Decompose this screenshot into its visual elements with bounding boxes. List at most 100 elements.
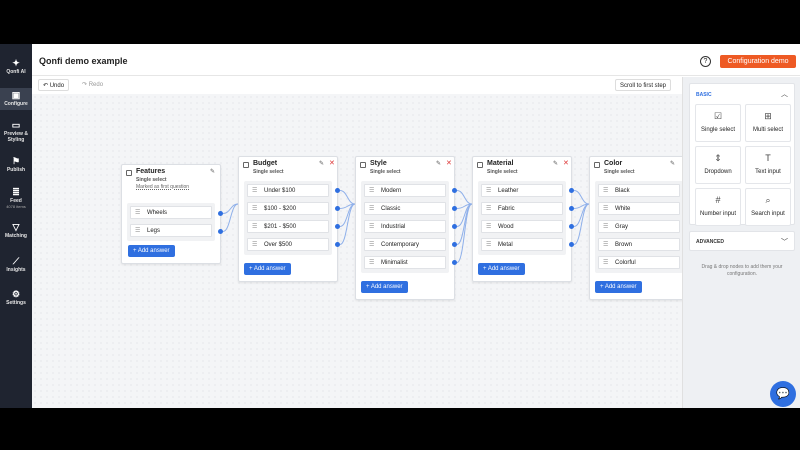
chat-bubble-icon[interactable]: 💬 [770,381,796,407]
nav-item-qonfi-ai[interactable]: ✦ Qonfi AI [0,58,32,80]
drag-handle-icon[interactable]: ☰ [603,221,611,233]
drag-handle-icon[interactable]: ☰ [135,225,143,237]
scroll-to-first-step-button[interactable]: Scroll to first step [615,79,672,91]
answer-item[interactable]: ☰ Wheels [130,206,212,219]
drag-handle-icon[interactable]: ☰ [603,239,611,251]
answer-item[interactable]: ☰ Over $500 [247,238,329,251]
flow-canvas[interactable]: Features Single select Marked as first q… [32,94,689,408]
redo-button[interactable]: ↷ Redo [78,79,107,91]
drag-handle-icon[interactable]: ☰ [369,185,377,197]
nav-item-publish[interactable]: ⚑ Publish [0,156,32,178]
nav-item-matching[interactable]: ▽ Matching [0,222,32,244]
pencil-icon[interactable]: ✎ [553,160,558,167]
connector-handle[interactable] [569,242,574,247]
answer-item[interactable]: ☰ Industrial [364,220,446,233]
node-material[interactable]: Material Single select ✎ ✕ ☰ Leather ☰ Fab… [472,156,574,282]
connector-handle[interactable] [452,188,457,193]
drag-handle-icon[interactable]: ☰ [486,203,494,215]
answer-item[interactable]: ☰ Modern [364,184,446,197]
tile-dropdown[interactable]: ⇕ Dropdown [695,146,741,184]
node-color[interactable]: Color Single select ✎ ☰ Black ☰ White ☰ Gra… [589,156,689,300]
configuration-demo-button[interactable]: Configuration demo [720,55,796,68]
pencil-icon[interactable]: ✎ [670,160,675,167]
drag-handle-icon[interactable]: ☰ [603,185,611,197]
answer-item[interactable]: ☰ Classic [364,202,446,215]
pencil-icon[interactable]: ✎ [319,160,324,167]
tile-multi-select[interactable]: ⊞ Multi select [745,104,791,142]
add-answer-button[interactable]: + Add answer [244,263,291,275]
nav-item-preview[interactable]: ▭ Preview & Styling [0,120,32,146]
connector-handle[interactable] [452,206,457,211]
drag-handle-icon[interactable]: ☰ [369,203,377,215]
pencil-icon[interactable]: ✎ [436,160,441,167]
node-features[interactable]: Features Single select Marked as first q… [121,164,223,264]
close-icon[interactable]: ✕ [563,159,569,167]
tile-search-input[interactable]: ⌕ Search input [745,188,791,226]
drag-handle-icon[interactable]: ☰ [369,221,377,233]
answer-item[interactable]: ☰ Fabric [481,202,563,215]
answer-item[interactable]: ☰ Metal [481,238,563,251]
answer-item[interactable]: ☰ Colorful [598,256,680,269]
drag-handle-icon[interactable]: ☰ [603,203,611,215]
search-icon: ⌕ [765,195,771,205]
tile-number-input[interactable]: # Number input [695,188,741,226]
chevron-up-icon[interactable]: ︿ [781,89,788,99]
answer-item[interactable]: ☰ Under $100 [247,184,329,197]
add-answer-button[interactable]: + Add answer [595,281,642,293]
drag-handle-icon[interactable]: ☰ [135,207,143,219]
undo-button[interactable]: ↶ Undo [38,79,70,91]
advanced-section[interactable]: ADVANCED ﹀ [689,231,795,251]
drag-handle-icon[interactable]: ☰ [486,185,494,197]
answer-item[interactable]: ☰ Wood [481,220,563,233]
connection-wire [456,203,473,263]
connector-handle[interactable] [335,206,340,211]
answer-item[interactable]: ☰ Legs [130,224,212,237]
connector-handle[interactable] [452,224,457,229]
answer-item[interactable]: ☰ Minimalist [364,256,446,269]
drag-handle-icon[interactable]: ☰ [486,221,494,233]
drag-handle-icon[interactable]: ☰ [369,239,377,251]
node-style[interactable]: Style Single select ✎ ✕ ☰ Modern ☰ Classic… [355,156,457,300]
drag-handle-icon[interactable]: ☰ [369,257,377,269]
drag-handle-icon[interactable]: ☰ [252,239,260,251]
connector-handle[interactable] [335,224,340,229]
answer-item[interactable]: ☰ Gray [598,220,680,233]
tile-text-input[interactable]: T Text input [745,146,791,184]
drag-handle-icon[interactable]: ☰ [252,221,260,233]
tile-single-select[interactable]: ☑ Single select [695,104,741,142]
drag-handle-icon[interactable]: ☰ [252,185,260,197]
help-icon[interactable]: ? [700,56,711,67]
answer-item[interactable]: ☰ $100 - $200 [247,202,329,215]
chevron-down-icon[interactable]: ﹀ [781,237,788,247]
close-icon[interactable]: ✕ [329,159,335,167]
connector-handle[interactable] [569,224,574,229]
pencil-icon[interactable]: ✎ [210,168,215,175]
nav-item-configure[interactable]: ▣ Configure [0,88,32,110]
connector-handle[interactable] [569,188,574,193]
connector-handle[interactable] [452,242,457,247]
nav-item-insights[interactable]: ⟋ Insights [0,256,32,278]
connector-handle[interactable] [218,211,223,216]
close-icon[interactable]: ✕ [446,159,452,167]
add-answer-button[interactable]: + Add answer [478,263,525,275]
add-answer-button[interactable]: + Add answer [361,281,408,293]
connector-handle[interactable] [218,229,223,234]
nav-item-settings[interactable]: ⚙ Settings [0,289,32,311]
connector-handle[interactable] [569,206,574,211]
drag-handle-icon[interactable]: ☰ [252,203,260,215]
node-budget[interactable]: Budget Single select ✎ ✕ ☰ Under $100 ☰ $1… [238,156,340,282]
connector-handle[interactable] [452,260,457,265]
drag-handle-icon[interactable]: ☰ [486,239,494,251]
drag-handle-icon[interactable]: ☰ [603,257,611,269]
answer-item[interactable]: ☰ $201 - $500 [247,220,329,233]
add-answer-button[interactable]: + Add answer [128,245,175,257]
node-header: Budget Single select ✎ ✕ [239,157,337,175]
answer-item[interactable]: ☰ Contemporary [364,238,446,251]
answer-item[interactable]: ☰ Black [598,184,680,197]
answer-item[interactable]: ☰ White [598,202,680,215]
connector-handle[interactable] [335,242,340,247]
answer-item[interactable]: ☰ Leather [481,184,563,197]
nav-item-feed[interactable]: ≣ Feed 4078 items [0,187,32,213]
answer-item[interactable]: ☰ Brown [598,238,680,251]
connector-handle[interactable] [335,188,340,193]
